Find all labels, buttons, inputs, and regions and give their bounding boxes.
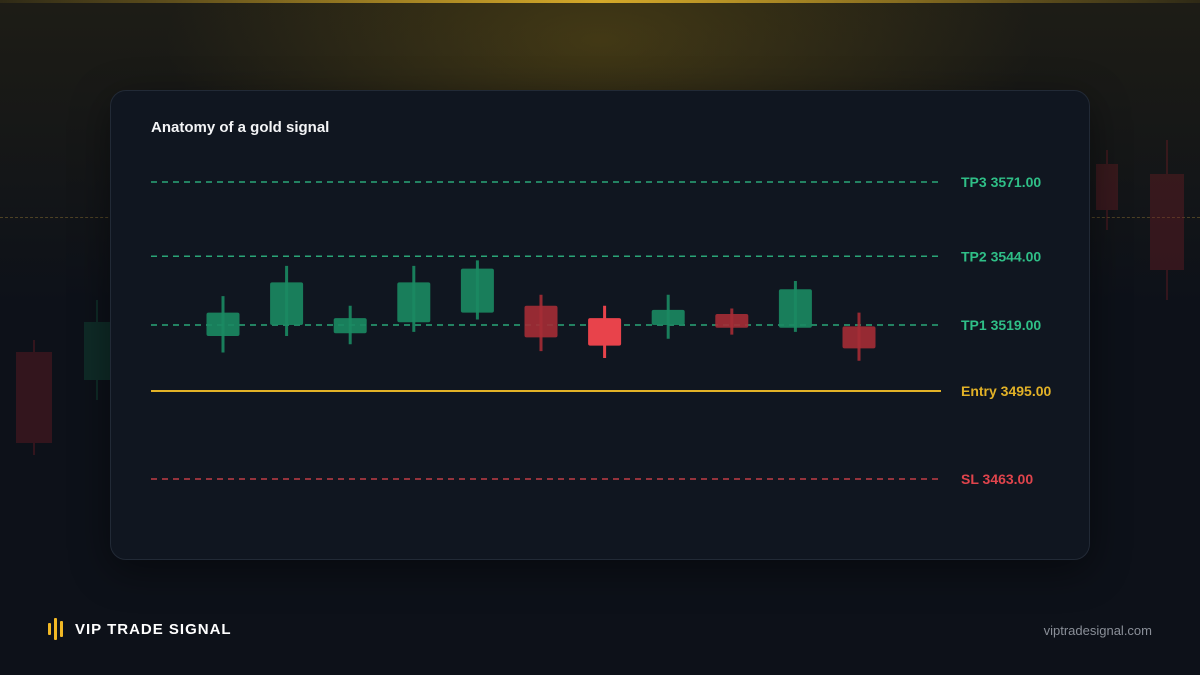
stop-loss-label: SL 3463.00 xyxy=(961,471,1033,487)
bars-logo-icon xyxy=(48,618,63,640)
background-candle xyxy=(16,340,52,455)
candle-body-highlighted xyxy=(588,318,622,346)
candle-body xyxy=(842,326,876,349)
candle-body xyxy=(460,268,494,313)
take-profit-label: TP1 3519.00 xyxy=(961,317,1041,333)
signal-chart: TP3 3571.00 TP2 3544.00 TP1 3519.00 Entry 3… xyxy=(151,174,1051,487)
signal-card: Anatomy of a gold signal TP3 3571.00 TP2 … xyxy=(110,90,1090,560)
background-candle xyxy=(1096,150,1118,230)
candle-body xyxy=(206,312,240,336)
candle-body xyxy=(397,282,431,323)
candle-body xyxy=(333,318,367,334)
entry-label: Entry 3495.00 xyxy=(961,383,1051,399)
website-link[interactable]: viptradesignal.com xyxy=(1044,623,1152,638)
background-candle xyxy=(84,300,110,400)
top-accent-line xyxy=(0,0,1200,3)
candle-body xyxy=(524,305,558,338)
candle-body xyxy=(270,282,304,325)
take-profit-label: TP2 3544.00 xyxy=(961,248,1041,264)
background-candle xyxy=(1150,140,1184,300)
brand-name: VIP TRADE SIGNAL xyxy=(75,620,232,638)
brand: VIP TRADE SIGNAL xyxy=(48,618,232,640)
candle-body xyxy=(651,309,685,325)
take-profit-label: TP3 3571.00 xyxy=(961,174,1041,190)
candle-body xyxy=(778,289,812,328)
candle-body xyxy=(715,314,749,328)
